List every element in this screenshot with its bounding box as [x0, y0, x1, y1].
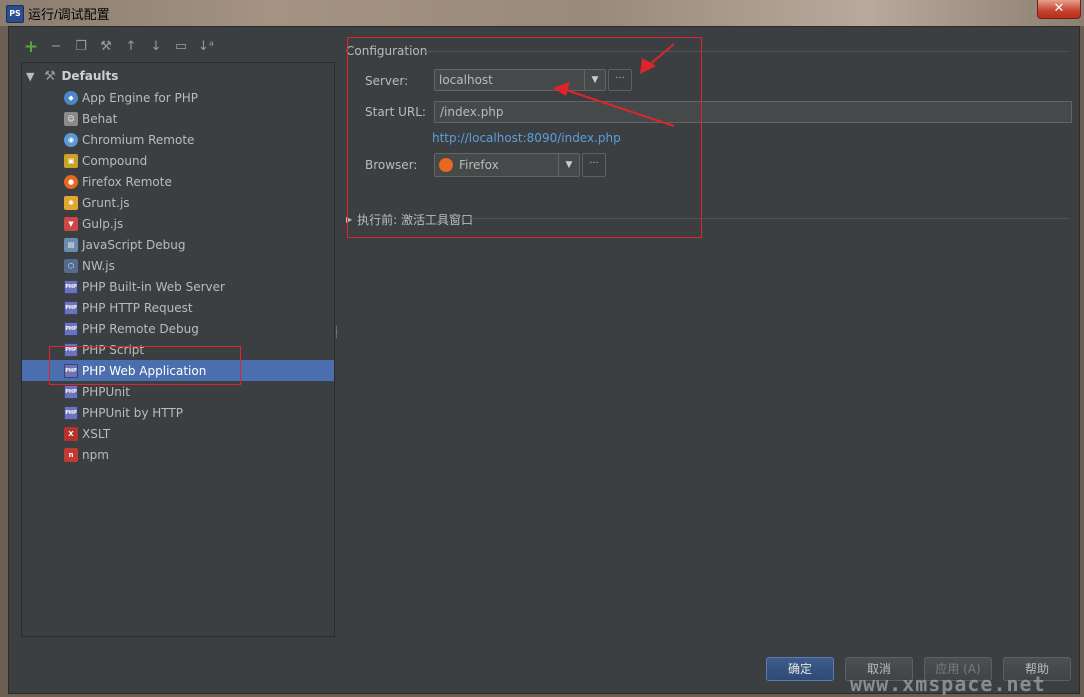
firefox-icon: ● [64, 174, 78, 189]
tree-item-label: PHP Built-in Web Server [82, 279, 225, 294]
xslt-icon: X [64, 426, 78, 441]
tree-item-label: Gulp.js [82, 216, 124, 231]
edit-defaults-icon[interactable]: ⚒ [98, 39, 114, 55]
tree-item-label: App Engine for PHP [82, 90, 199, 105]
nwjs-icon: ⬡ [64, 258, 78, 273]
tree-item-label: Compound [82, 153, 148, 168]
window-title: 运行/调试配置 [28, 7, 110, 22]
tree-item[interactable]: ▤ JavaScript Debug [22, 234, 334, 255]
npm-icon: n [64, 447, 78, 462]
chromium-icon: ◉ [64, 132, 78, 147]
tree-item[interactable]: PHP PHP Built-in Web Server [22, 276, 334, 297]
move-down-icon[interactable]: ↓ [148, 39, 164, 55]
tree-item-label: PHPUnit by HTTP [82, 405, 183, 420]
js-debug-icon: ▤ [64, 237, 78, 252]
tree-item-label: Chromium Remote [82, 132, 195, 147]
annotation-box-config [347, 37, 702, 238]
watermark-text: www.xmspace.net [850, 672, 1046, 696]
tree-item-label: NW.js [82, 258, 115, 273]
php-icon: PHP [64, 279, 78, 294]
tree-item[interactable]: ▼ Gulp.js [22, 213, 334, 234]
php-icon: PHP [64, 321, 78, 336]
tree-item[interactable]: PHP PHP Remote Debug [22, 318, 334, 339]
title-bar: PS 运行/调试配置 ✕ [0, 0, 1084, 26]
tree-item[interactable]: ⬡ NW.js [22, 255, 334, 276]
annotation-box-selection [49, 346, 241, 385]
tree-item-label: XSLT [82, 426, 111, 441]
tree-item[interactable]: ● Firefox Remote [22, 171, 334, 192]
folder-icon[interactable]: ▭ [173, 39, 189, 55]
phpunit-icon: PHP [64, 405, 78, 420]
expand-arrow-icon[interactable]: ▼ [26, 70, 34, 83]
add-config-icon[interactable]: + [23, 39, 39, 56]
sort-icon[interactable]: ↓ᵃ [198, 39, 214, 55]
tree-root-defaults[interactable]: ▼ ⚒ Defaults [26, 66, 118, 86]
behat-icon: ☺ [64, 111, 78, 126]
wrench-icon: ⚒ [44, 68, 56, 84]
tree-item[interactable]: ☺ Behat [22, 108, 334, 129]
tree-item-label: npm [82, 447, 109, 462]
tree-item[interactable]: ✱ Grunt.js [22, 192, 334, 213]
tree-item[interactable]: PHP PHPUnit by HTTP [22, 402, 334, 423]
tree-item[interactable]: PHP PHP HTTP Request [22, 297, 334, 318]
tree-item[interactable]: n npm [22, 444, 334, 465]
tree-item-label: Firefox Remote [82, 174, 172, 189]
tree-item-label: PHP HTTP Request [82, 300, 193, 315]
compound-icon: ▣ [64, 153, 78, 168]
tree-item[interactable]: X XSLT [22, 423, 334, 444]
grunt-icon: ✱ [64, 195, 78, 210]
tree-root-label: Defaults [61, 69, 119, 83]
move-up-icon[interactable]: ↑ [123, 39, 139, 55]
tree-item[interactable]: ▣ Compound [22, 150, 334, 171]
tree-item-label: PHP Remote Debug [82, 321, 199, 336]
tree-item[interactable]: ◆ App Engine for PHP [22, 87, 334, 108]
phpstorm-icon: PS [6, 5, 24, 23]
remove-config-icon[interactable]: − [48, 39, 64, 55]
copy-config-icon[interactable]: ❐ [73, 39, 89, 55]
gulp-icon: ▼ [64, 216, 78, 231]
tree-item-label: JavaScript Debug [82, 237, 186, 252]
config-type-list: ◆ App Engine for PHP ☺ Behat ◉ Chromium Remot… [22, 87, 334, 465]
tree-item-label: PHPUnit [82, 384, 130, 399]
ok-button[interactable]: 确定 [766, 657, 834, 681]
phpunit-icon: PHP [64, 384, 78, 399]
tree-item-label: Grunt.js [82, 195, 130, 210]
php-icon: PHP [64, 300, 78, 315]
app-engine-icon: ◆ [64, 90, 78, 105]
config-toolbar: + − ❐ ⚒ ↑ ↓ ▭ ↓ᵃ [23, 39, 214, 57]
tree-item-label: Behat [82, 111, 118, 126]
close-button[interactable]: ✕ [1037, 0, 1081, 19]
tree-item[interactable]: ◉ Chromium Remote [22, 129, 334, 150]
splitter-handle[interactable]: ⁞ ⁞ [335, 326, 339, 345]
